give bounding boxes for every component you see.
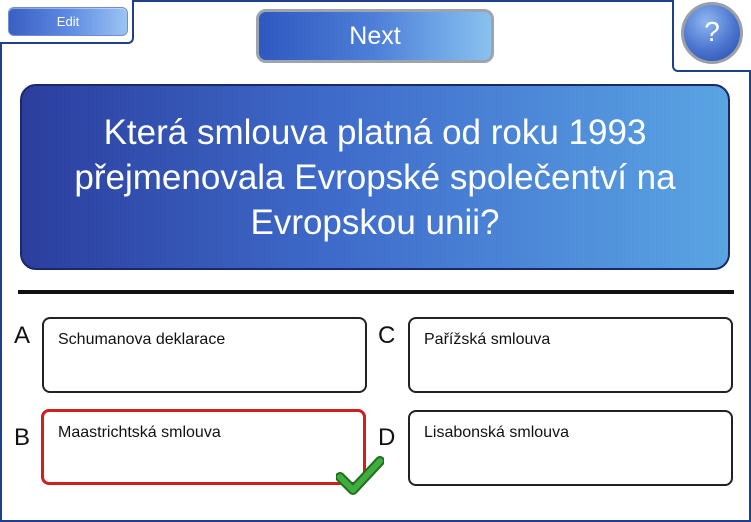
next-button[interactable]: Next	[256, 9, 494, 63]
answer-option-d[interactable]: Lisabonská smlouva	[408, 410, 733, 486]
question-text: Která smlouva platná od roku 1993 přejme…	[74, 112, 676, 242]
question-box: Která smlouva platná od roku 1993 přejme…	[20, 84, 730, 270]
answer-letter-a: A	[14, 322, 31, 349]
answer-letter-d: D	[378, 424, 396, 451]
answer-option-b[interactable]: Maastrichtská smlouva	[41, 409, 366, 485]
check-icon	[336, 456, 384, 495]
divider	[18, 290, 734, 294]
answer-letter-b: B	[14, 424, 31, 451]
answer-letter-c: C	[378, 322, 396, 349]
help-button[interactable]: ?	[681, 2, 743, 64]
edit-button[interactable]: Edit	[8, 7, 128, 36]
answer-option-a[interactable]: Schumanova deklarace	[42, 317, 367, 393]
answer-option-c[interactable]: Pařížská smlouva	[408, 317, 733, 393]
